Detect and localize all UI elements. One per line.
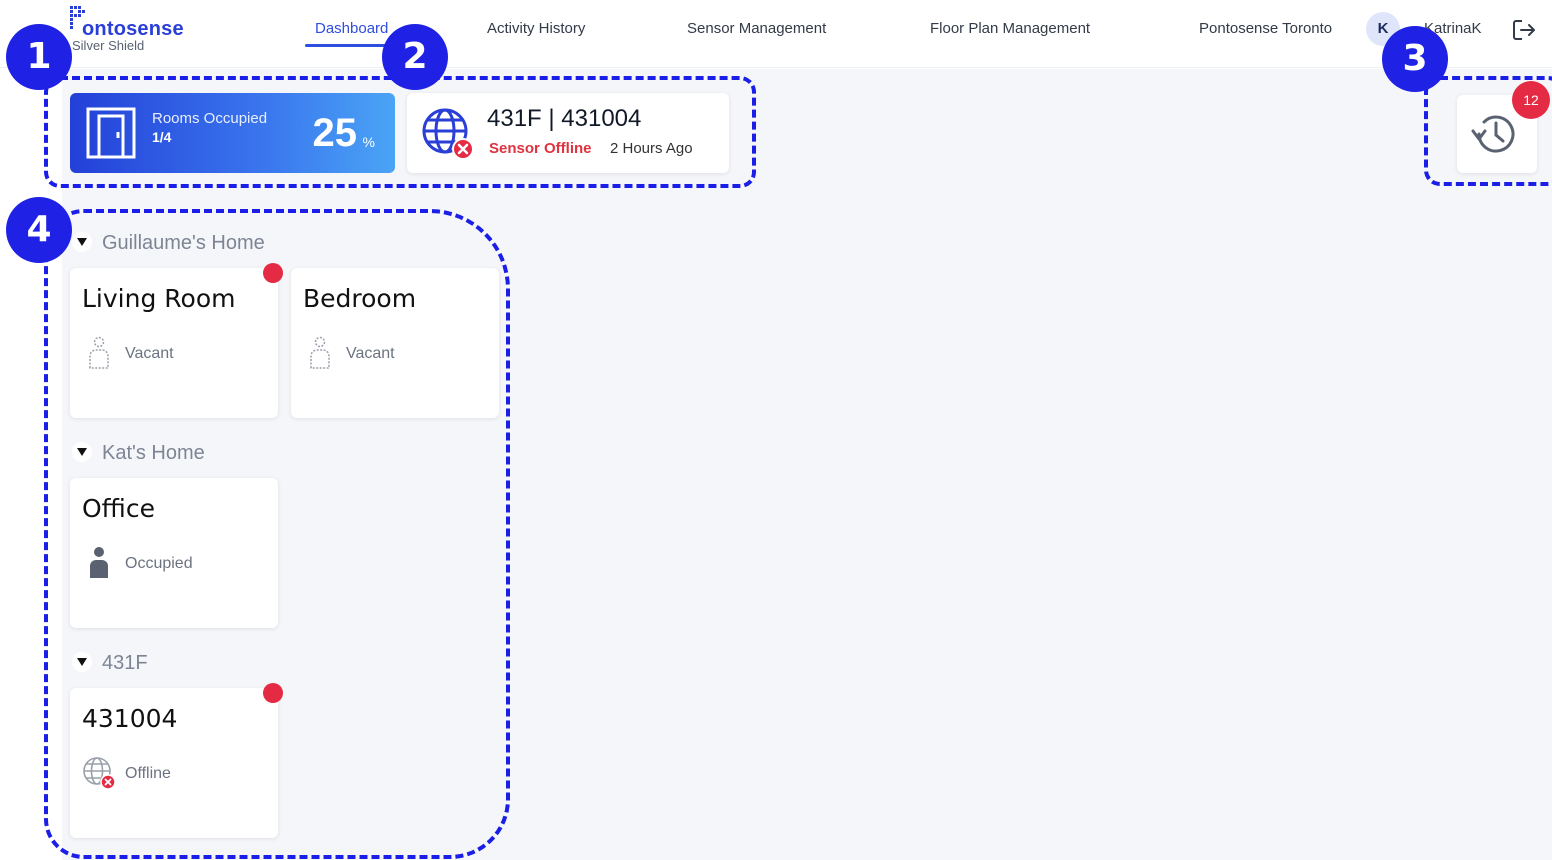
brand-subtitle: Silver Shield: [72, 38, 145, 53]
annotation-box-stats: [44, 76, 756, 188]
nav-floor-plan-management[interactable]: Floor Plan Management: [930, 20, 1090, 37]
annotation-marker-3: 3: [1382, 26, 1448, 92]
nav-activity-history[interactable]: Activity History: [487, 20, 585, 37]
logout-icon[interactable]: [1510, 16, 1538, 44]
nav-organization-selector[interactable]: Pontosense Toronto: [1199, 20, 1332, 37]
annotation-box-rooms: [44, 209, 510, 859]
annotation-marker-2: 2: [382, 24, 448, 90]
nav-active-indicator: [305, 44, 395, 47]
annotation-marker-1: 1: [6, 24, 72, 90]
nav-sensor-management[interactable]: Sensor Management: [687, 20, 826, 37]
annotation-box-history: [1424, 76, 1552, 186]
top-nav: ontosense Silver Shield Dashboard Activi…: [0, 0, 1552, 68]
nav-dashboard[interactable]: Dashboard: [315, 20, 388, 37]
annotation-marker-4: 4: [6, 197, 72, 263]
